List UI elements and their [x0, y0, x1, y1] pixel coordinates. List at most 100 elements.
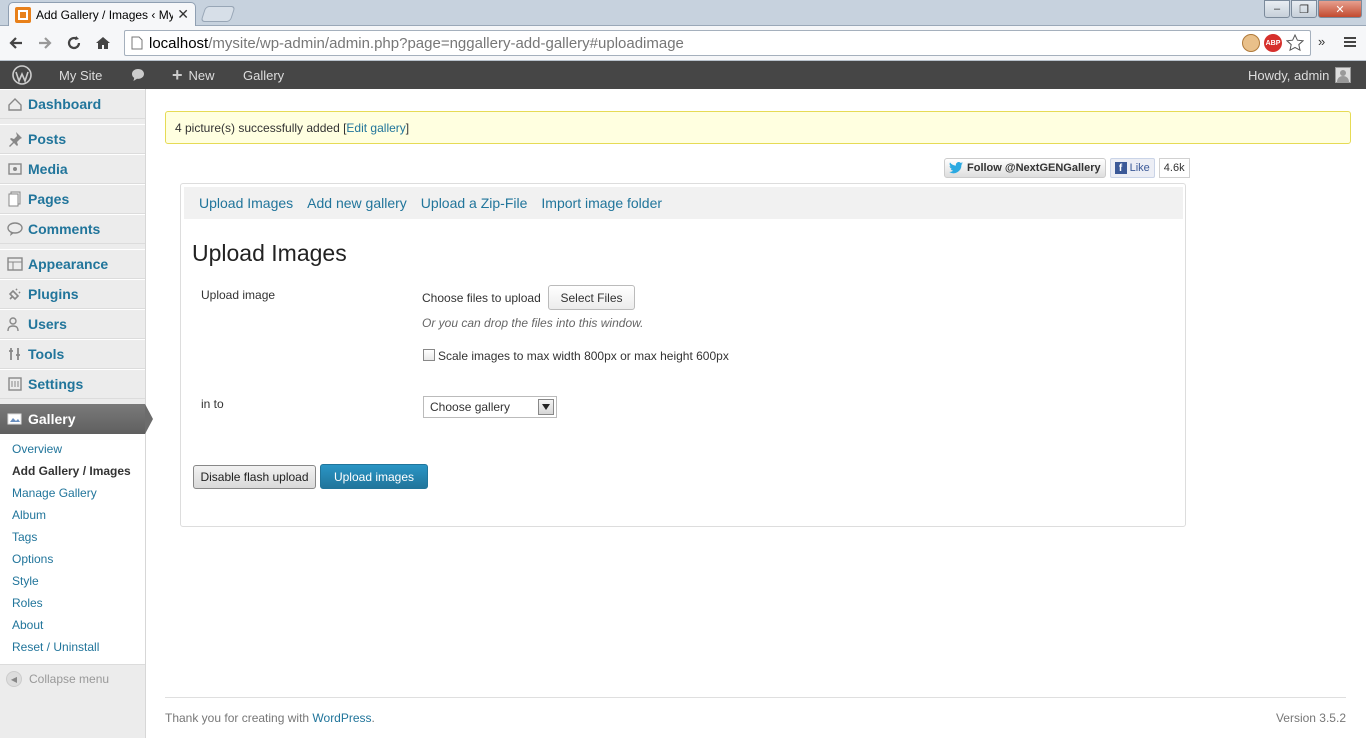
- upload-images-button[interactable]: Upload images: [320, 464, 428, 489]
- tab-close-icon[interactable]: ✕: [177, 6, 189, 23]
- plugin-icon: [7, 286, 23, 302]
- sidebar-item-posts[interactable]: Posts: [0, 124, 145, 154]
- tab-upload-zip[interactable]: Upload a Zip-File: [421, 195, 528, 211]
- reload-icon[interactable]: [61, 30, 87, 56]
- sidebar-item-label: Gallery: [28, 411, 76, 427]
- pin-icon: [7, 131, 23, 147]
- url-host: localhost: [149, 34, 209, 52]
- submenu-options[interactable]: Options: [0, 548, 145, 570]
- gallery-admin-link[interactable]: Gallery: [243, 61, 284, 89]
- submenu-album[interactable]: Album: [0, 504, 145, 526]
- twitter-follow-button[interactable]: Follow @NextGENGallery: [944, 158, 1106, 178]
- browser-tab-active[interactable]: Add Gallery / Images ‹ My ✕: [8, 2, 196, 26]
- plus-icon: +: [172, 64, 183, 85]
- bookmark-star-icon[interactable]: [1286, 34, 1304, 52]
- gallery-select[interactable]: Choose gallery: [423, 396, 557, 418]
- footer-thanks: Thank you for creating with WordPress.: [165, 711, 375, 725]
- address-bar[interactable]: localhost/mysite/wp-admin/admin.php?page…: [124, 30, 1311, 56]
- comments-bubble-icon[interactable]: [131, 61, 145, 89]
- collapse-menu-button[interactable]: ◀ Collapse menu: [6, 671, 109, 687]
- dashboard-icon: [7, 96, 23, 112]
- submenu-tags[interactable]: Tags: [0, 526, 145, 548]
- page-title: Upload Images: [192, 240, 347, 266]
- tools-icon: [7, 346, 23, 362]
- facebook-like-button[interactable]: f Like: [1109, 158, 1155, 178]
- new-tab-button[interactable]: [200, 6, 236, 22]
- howdy-text: Howdy, admin: [1248, 67, 1330, 83]
- wordpress-link[interactable]: WordPress: [312, 711, 371, 725]
- submenu-roles[interactable]: Roles: [0, 592, 145, 614]
- submenu-reset-uninstall[interactable]: Reset / Uninstall: [0, 636, 145, 658]
- submenu-style[interactable]: Style: [0, 570, 145, 592]
- sidebar-item-label: Users: [28, 316, 67, 332]
- twitter-label: Follow @NextGENGallery: [967, 162, 1101, 174]
- twitter-bird-icon: [949, 162, 963, 174]
- into-label: in to: [201, 397, 224, 411]
- minimize-button[interactable]: –: [1264, 0, 1290, 18]
- admin-bar: My Site + New Gallery Howdy, admin: [0, 61, 1366, 89]
- maximize-button[interactable]: ❐: [1291, 0, 1317, 18]
- footer-period: .: [371, 711, 375, 725]
- close-window-button[interactable]: ✕: [1318, 0, 1362, 18]
- appearance-icon: [7, 256, 23, 272]
- pages-icon: [7, 191, 23, 207]
- tab-add-new-gallery[interactable]: Add new gallery: [307, 195, 407, 211]
- facebook-icon: f: [1114, 162, 1127, 174]
- upload-panel: Upload Images Add new gallery Upload a Z…: [180, 183, 1186, 527]
- sidebar-item-comments[interactable]: Comments: [0, 214, 145, 244]
- sidebar-item-plugins[interactable]: Plugins: [0, 279, 145, 309]
- drop-hint: Or you can drop the files into this wind…: [422, 316, 644, 330]
- tab-title: Add Gallery / Images ‹ My: [36, 7, 174, 22]
- sidebar-item-media[interactable]: Media: [0, 154, 145, 184]
- adblock-icon[interactable]: ABP: [1264, 34, 1282, 52]
- gallery-submenu: Overview Add Gallery / Images Manage Gal…: [0, 434, 145, 665]
- sidebar-item-tools[interactable]: Tools: [0, 339, 145, 369]
- url-text: localhost/mysite/wp-admin/admin.php?page…: [149, 35, 684, 52]
- page-icon: [131, 36, 143, 50]
- submenu-add-gallery-images[interactable]: Add Gallery / Images: [0, 460, 145, 482]
- gallery-select-value: Choose gallery: [430, 400, 511, 414]
- gallery-icon: [7, 411, 23, 427]
- tab-upload-images[interactable]: Upload Images: [199, 195, 293, 211]
- sidebar-item-users[interactable]: Users: [0, 309, 145, 339]
- sidebar-item-label: Comments: [28, 221, 101, 237]
- submenu-manage-gallery[interactable]: Manage Gallery: [0, 482, 145, 504]
- browser-toolbar: localhost/mysite/wp-admin/admin.php?page…: [0, 26, 1366, 61]
- back-icon[interactable]: [3, 30, 29, 56]
- blocked-popup-icon[interactable]: [1242, 34, 1260, 52]
- sidebar-item-gallery[interactable]: Gallery: [0, 404, 153, 434]
- sidebar-item-settings[interactable]: Settings: [0, 369, 145, 399]
- more-bookmarks-icon[interactable]: »: [1318, 34, 1325, 49]
- sidebar-item-pages[interactable]: Pages: [0, 184, 145, 214]
- media-icon: [7, 161, 23, 177]
- sidebar-item-label: Media: [28, 161, 68, 177]
- sidebar-item-dashboard[interactable]: Dashboard: [0, 89, 145, 119]
- menu-icon[interactable]: [1342, 34, 1358, 50]
- site-name-link[interactable]: My Site: [59, 61, 102, 89]
- facebook-like-label: Like: [1129, 162, 1150, 174]
- collapse-arrow-icon: ◀: [6, 671, 22, 687]
- submenu-overview[interactable]: Overview: [0, 438, 145, 460]
- forward-icon[interactable]: [32, 30, 58, 56]
- tab-import-folder[interactable]: Import image folder: [541, 195, 662, 211]
- facebook-like-count: 4.6k: [1158, 158, 1190, 178]
- account-menu[interactable]: Howdy, admin: [1248, 61, 1352, 89]
- users-icon: [7, 316, 23, 332]
- select-files-button[interactable]: Select Files: [548, 285, 635, 310]
- wordpress-logo-icon[interactable]: [12, 61, 32, 89]
- choose-files-text: Choose files to upload: [422, 291, 541, 305]
- settings-icon: [7, 376, 23, 392]
- sidebar-item-label: Tools: [28, 346, 65, 362]
- scale-images-label[interactable]: Scale images to max width 800px or max h…: [438, 349, 729, 363]
- home-icon[interactable]: [90, 30, 116, 56]
- sidebar-item-appearance[interactable]: Appearance: [0, 249, 145, 279]
- scale-images-checkbox[interactable]: [423, 349, 435, 361]
- new-content-button[interactable]: + New: [172, 61, 215, 89]
- upload-tabs: Upload Images Add new gallery Upload a Z…: [184, 187, 1183, 219]
- comment-icon: [7, 221, 23, 237]
- disable-flash-upload-button[interactable]: Disable flash upload: [193, 465, 316, 489]
- edit-gallery-link[interactable]: Edit gallery: [346, 121, 405, 135]
- social-buttons: Follow @NextGENGallery f Like 4.6k: [944, 158, 1190, 178]
- submenu-about[interactable]: About: [0, 614, 145, 636]
- collapse-label: Collapse menu: [29, 672, 110, 686]
